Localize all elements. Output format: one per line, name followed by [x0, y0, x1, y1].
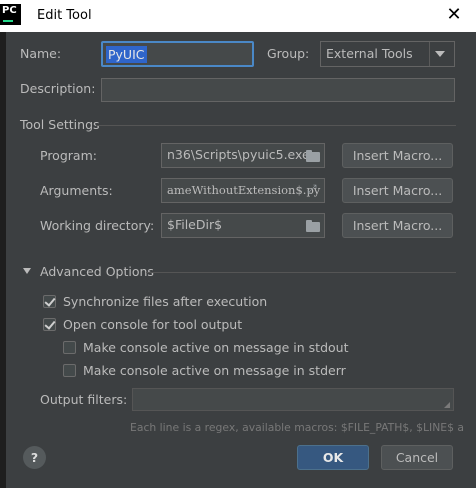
stderr-checkbox[interactable] [63, 364, 76, 377]
arguments-input-value: ameWithoutExtension$.py [167, 183, 321, 197]
collapse-triangle-icon[interactable] [23, 268, 31, 274]
section-divider [146, 272, 456, 273]
output-filters-input[interactable] [132, 388, 454, 411]
app-icon: PC [0, 4, 21, 25]
workdir-input-value: $FileDir$ [167, 217, 223, 232]
app-icon-text: PC [2, 5, 17, 16]
close-icon[interactable]: ✕ [440, 3, 468, 27]
section-divider [96, 125, 456, 126]
insert-macro-arguments-button[interactable]: Insert Macro... [342, 178, 453, 203]
stdout-checkbox[interactable] [63, 341, 76, 354]
arguments-input[interactable]: ameWithoutExtension$.py [161, 178, 325, 203]
folder-icon[interactable] [306, 150, 320, 162]
help-button[interactable]: ? [23, 446, 46, 469]
stdout-label[interactable]: Make console active on message in stdout [83, 340, 349, 355]
background-window-edge [0, 32, 6, 488]
chevron-down-icon[interactable] [435, 51, 445, 57]
insert-macro-workdir-button[interactable]: Insert Macro... [342, 213, 453, 238]
folder-icon[interactable] [306, 220, 320, 232]
stderr-label[interactable]: Make console active on message in stderr [83, 363, 346, 378]
description-input[interactable] [101, 78, 455, 102]
program-input[interactable]: n36\Scripts\pyuic5.exe [161, 143, 325, 168]
ok-button[interactable]: OK [297, 445, 369, 470]
name-input-value: PyUIC [106, 46, 147, 63]
tool-settings-heading: Tool Settings [20, 117, 100, 132]
cancel-button[interactable]: Cancel [381, 445, 453, 470]
program-input-value: n36\Scripts\pyuic5.exe [167, 147, 310, 162]
advanced-options-heading[interactable]: Advanced Options [40, 264, 154, 279]
console-checkbox[interactable] [43, 318, 56, 331]
name-input[interactable]: PyUIC [101, 41, 254, 67]
workdir-input[interactable]: $FileDir$ [161, 213, 325, 238]
description-label: Description: [20, 81, 96, 96]
arguments-label: Arguments: [40, 183, 113, 198]
sync-label[interactable]: Synchronize files after execution [63, 294, 267, 309]
insert-macro-program-button[interactable]: Insert Macro... [342, 143, 453, 168]
group-select[interactable]: External Tools [320, 41, 455, 67]
expand-icon[interactable]: ⤢ [307, 182, 317, 197]
name-label: Name: [20, 46, 62, 61]
output-filters-label: Output filters: [40, 392, 128, 407]
resize-handle-icon[interactable] [444, 402, 450, 408]
sync-checkbox[interactable] [43, 295, 56, 308]
group-label: Group: [267, 46, 310, 61]
group-select-value: External Tools [326, 46, 413, 61]
workdir-label: Working directory: [40, 218, 155, 233]
window-title: Edit Tool [37, 8, 92, 23]
output-filters-hint: Each line is a regex, available macros: … [130, 421, 465, 434]
title-bar: PC Edit Tool ✕ [0, 0, 476, 32]
program-label: Program: [40, 148, 97, 163]
console-label[interactable]: Open console for tool output [63, 317, 242, 332]
